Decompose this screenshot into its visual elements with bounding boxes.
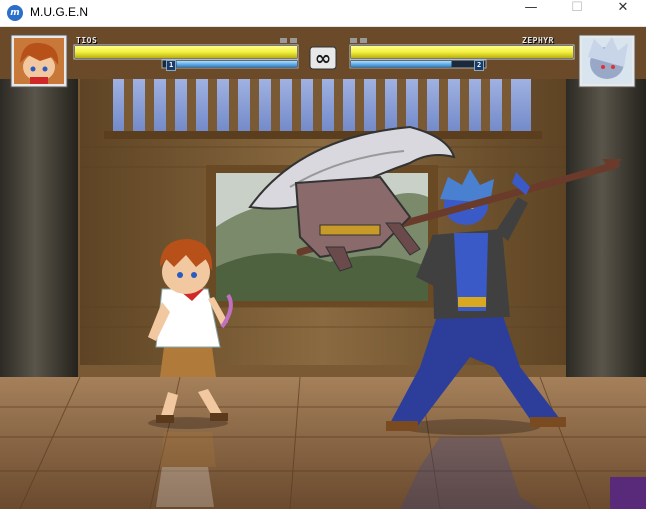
stage-scene: ∞	[0, 27, 646, 509]
mugen-logo-icon: m	[7, 5, 23, 21]
player2-power-bar	[351, 61, 452, 67]
player1-power-level: 1	[166, 60, 177, 71]
game-window: m M.U.G.E.N — ☐ ✕ ∞ TIOS ZEPHYR 1 2	[0, 0, 646, 509]
player1-name: TIOS	[76, 36, 98, 45]
close-button[interactable]: ✕	[600, 0, 646, 26]
title-bar[interactable]: m M.U.G.E.N — ☐ ✕	[0, 0, 646, 27]
player1-power-bar	[176, 61, 297, 67]
window-title: M.U.G.E.N	[30, 5, 89, 19]
player2-name: ZEPHYR	[522, 36, 554, 45]
minimize-button[interactable]: —	[508, 0, 554, 26]
player2-power-level: 2	[474, 60, 485, 71]
game-viewport[interactable]: ∞ TIOS ZEPHYR 1 2	[0, 27, 646, 509]
round-timer: ∞	[315, 46, 332, 70]
player2-life-bar	[351, 46, 573, 58]
player1-life-bar	[75, 46, 297, 58]
maximize-button[interactable]: ☐	[554, 0, 600, 26]
